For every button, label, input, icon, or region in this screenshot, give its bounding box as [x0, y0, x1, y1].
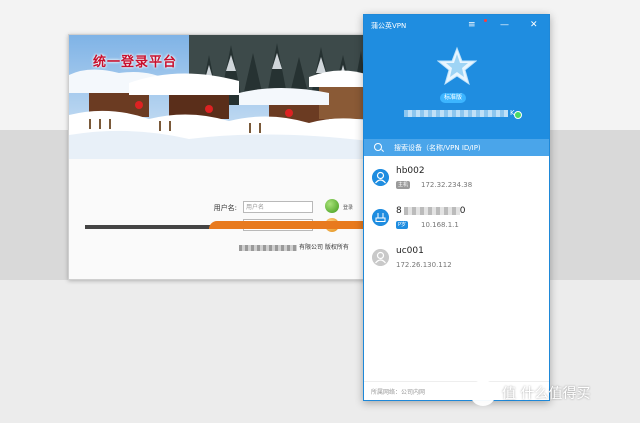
search-input[interactable]: 搜索设备（名称/VPN ID/IP): [394, 143, 481, 153]
device-item-hb002[interactable]: hb002 主机 172.32.234.38: [364, 162, 549, 202]
vpn-title: 蒲公英VPN: [371, 22, 407, 30]
user-icon: [372, 169, 389, 186]
device-ip: 172.32.234.38: [421, 181, 473, 189]
username-input[interactable]: 用户名: [243, 201, 313, 213]
redacted-account: [404, 109, 508, 117]
copyright-suffix: 有限公司 版权所有: [299, 244, 349, 251]
login-button[interactable]: [325, 199, 339, 213]
orange-accent-bar: [209, 221, 369, 229]
vpn-header: 蒲公英VPN ≡ — ✕ 标准版 K: [364, 15, 549, 139]
edition-badge: 标准版: [440, 93, 467, 103]
user-icon: [372, 249, 389, 266]
device-name: hb002: [396, 166, 425, 176]
device-ip: 10.168.1.1: [421, 221, 459, 229]
menu-icon[interactable]: ≡: [468, 18, 476, 32]
device-name: uc001: [396, 246, 424, 256]
device-tag: 主机: [396, 181, 411, 189]
star-logo-icon: [437, 46, 477, 86]
online-status-icon: [514, 111, 522, 119]
minimize-icon[interactable]: —: [500, 18, 509, 32]
device-name-suffix: 0: [459, 206, 466, 216]
vpn-client-window: 蒲公英VPN ≡ — ✕ 标准版 K 搜索设备（名称/VPN ID/IP) hb…: [363, 14, 550, 401]
login-window: 统一登录平台 用户名: 用户名 登录 密 码: 密码 取消 有限公司 版权所有: [68, 34, 370, 280]
login-button-label[interactable]: 登录: [343, 204, 353, 211]
device-name-prefix: 8: [396, 206, 402, 216]
device-ip: 172.26.130.112: [396, 261, 452, 269]
redacted-text: [239, 244, 297, 251]
login-form: 用户名: 用户名 登录 密 码: 密码 取消: [69, 159, 369, 279]
network-label: 所属网络：公司内网: [371, 389, 426, 396]
watermark-logo-icon: [470, 380, 496, 406]
device-tag: P岁: [396, 221, 409, 229]
device-item-router[interactable]: 80 P岁 10.168.1.1: [364, 202, 549, 242]
router-icon: [372, 209, 389, 226]
redacted-name: [403, 206, 460, 215]
search-icon: [374, 143, 382, 151]
account-id: K: [404, 109, 515, 117]
close-icon[interactable]: ✕: [530, 18, 538, 32]
banner-title: 统一登录平台: [93, 55, 178, 70]
copyright-text: 有限公司 版权所有: [239, 242, 349, 251]
notification-dot: [484, 19, 487, 22]
device-search-bar[interactable]: 搜索设备（名称/VPN ID/IP): [364, 139, 549, 156]
device-name: 80: [396, 206, 465, 216]
device-item-uc001[interactable]: uc001 172.26.130.112: [364, 242, 549, 282]
watermark-text: 值 什么值得买: [502, 386, 591, 402]
username-label: 用户名:: [213, 204, 237, 212]
